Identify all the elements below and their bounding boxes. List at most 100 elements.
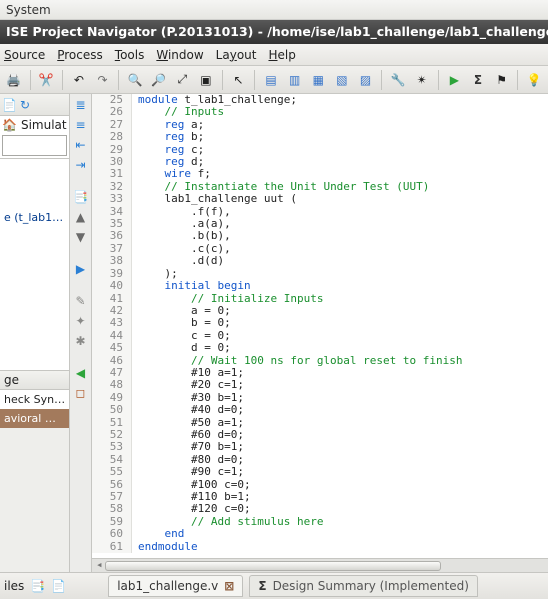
tool3-icon[interactable]: ✱ — [75, 334, 85, 348]
zoom-out-icon: 🔎 — [151, 73, 166, 87]
play-icon: ▶ — [450, 73, 459, 87]
printer-icon: 🖨️ — [6, 73, 21, 87]
toolbar-separator — [118, 70, 119, 90]
redo-button[interactable]: ↷ — [93, 69, 113, 91]
undo-button[interactable]: ↶ — [69, 69, 89, 91]
indent-left-icon[interactable]: ≣ — [75, 98, 85, 112]
find-button[interactable]: ⚑ — [492, 69, 512, 91]
wrench-button[interactable]: 🔧 — [388, 69, 408, 91]
cut-button[interactable]: ✂️ — [37, 69, 57, 91]
hierarchy-icon: 🏠 — [2, 118, 17, 132]
print-button[interactable]: 🖨️ — [4, 69, 24, 91]
line-number: 53 — [92, 441, 132, 453]
indent-icon[interactable]: ⇥ — [75, 158, 85, 172]
zoom-area-icon: ▣ — [200, 73, 211, 87]
next-bookmark-icon[interactable]: ▼ — [76, 230, 85, 244]
outdent-icon[interactable]: ⇤ — [75, 138, 85, 152]
document-add-icon[interactable]: 📄 — [2, 98, 17, 112]
hierarchy-tree[interactable]: e (t_lab1_ch — [0, 159, 69, 370]
toolbar-separator — [62, 70, 63, 90]
menu-tools[interactable]: ToolsTools — [115, 48, 145, 62]
back-arrow-icon[interactable]: ◀ — [76, 366, 85, 380]
os-window-title: System — [0, 0, 548, 20]
prev-bookmark-icon[interactable]: ▲ — [76, 210, 85, 224]
design-summary-tab[interactable]: Σ Design Summary (Implemented) — [249, 575, 478, 597]
compile-icon[interactable]: ▶ — [76, 262, 85, 276]
sigma-icon: Σ — [474, 73, 482, 87]
zoom-fit-button[interactable]: ⤢ — [173, 69, 193, 91]
tool2-icon[interactable]: ✦ — [75, 314, 85, 328]
menu-layout[interactable]: LayoutLayout — [216, 48, 257, 62]
line-number: 55 — [92, 466, 132, 478]
bookmark-icon[interactable]: 📑 — [73, 190, 88, 204]
line-number: 50 — [92, 404, 132, 416]
app-title-bar: ISE Project Navigator (P.20131013) - /ho… — [0, 20, 548, 44]
code-content[interactable]: endmodule — [132, 541, 198, 553]
menu-source[interactable]: SSourceource — [4, 48, 45, 62]
bottom-left-fragment[interactable]: iles — [4, 579, 24, 593]
scrollbar-thumb[interactable] — [105, 561, 441, 571]
close-icon[interactable]: ⊠ — [224, 579, 234, 593]
toolbar-separator — [30, 70, 31, 90]
line-number: 58 — [92, 503, 132, 515]
line-number: 26 — [92, 106, 132, 118]
view-combo-fragment[interactable] — [2, 135, 67, 156]
files-icon[interactable]: 📑 — [30, 579, 45, 593]
line-number: 45 — [92, 342, 132, 354]
zoom-area-button[interactable]: ▣ — [196, 69, 216, 91]
toolbar-separator — [222, 70, 223, 90]
process-behavioral-sim[interactable]: avioral … — [0, 409, 69, 428]
redo-icon: ↷ — [97, 73, 107, 87]
zoom-in-button[interactable]: 🔍 — [125, 69, 145, 91]
tips-button[interactable]: 💡 — [524, 69, 544, 91]
code-editor[interactable]: 25module t_lab1_challenge;26 // Inputs27… — [92, 94, 548, 572]
layout-button-5[interactable]: ▨ — [356, 69, 376, 91]
layout-button-4[interactable]: ▧ — [332, 69, 352, 91]
line-number: 43 — [92, 317, 132, 329]
editor-tab-active[interactable]: lab1_challenge.v ⊠ — [108, 575, 243, 597]
line-number: 40 — [92, 280, 132, 292]
zoom-fit-icon: ⤢ — [178, 72, 188, 87]
cursor-icon: ↖ — [233, 73, 243, 87]
zoom-in-icon: 🔍 — [128, 73, 143, 87]
refresh-icon[interactable]: ↻ — [20, 98, 30, 112]
view-label: Simulat — [21, 118, 67, 132]
layout-icon: ▦ — [313, 73, 324, 87]
editor-gutter-toolbar: ≣ ≡ ⇤ ⇥ 📑 ▲ ▼ ▶ ✎ ✦ ✱ ◀ ◻ — [70, 94, 92, 572]
zoom-out-button[interactable]: 🔎 — [149, 69, 169, 91]
line-number: 60 — [92, 528, 132, 540]
design-summary-tab-label: Design Summary (Implemented) — [273, 579, 469, 593]
horizontal-scrollbar[interactable]: ◂ — [92, 558, 548, 572]
menu-process[interactable]: ProcessProcess — [57, 48, 103, 62]
run-button[interactable]: ▶ — [444, 69, 464, 91]
bottom-tab-bar: iles 📑 📄 lab1_challenge.v ⊠ Σ Design Sum… — [0, 572, 548, 599]
process-check-syntax[interactable]: heck Syn… — [0, 390, 69, 409]
menubar: SSourceource ProcessProcess ToolsTools W… — [0, 44, 548, 66]
stop-icon[interactable]: ◻ — [76, 386, 86, 400]
layout-icon: ▥ — [289, 73, 300, 87]
line-number: 33 — [92, 193, 132, 205]
sum-button[interactable]: Σ — [468, 69, 488, 91]
menu-window[interactable]: WindowWindow — [156, 48, 203, 62]
line-number: 48 — [92, 379, 132, 391]
scroll-left-icon[interactable]: ◂ — [96, 559, 103, 571]
code-line[interactable]: 61endmodule — [92, 541, 548, 553]
layout-button-2[interactable]: ▥ — [285, 69, 305, 91]
tree-item[interactable]: e (t_lab1_ch — [0, 209, 69, 226]
left-panel: 📄 ↻ 🏠 Simulat e (t_lab1_ch ge heck Syn… … — [0, 94, 70, 572]
tool-icon[interactable]: ✎ — [75, 294, 85, 308]
layout-button-3[interactable]: ▦ — [309, 69, 329, 91]
star-button[interactable]: ✴ — [412, 69, 432, 91]
menu-help[interactable]: HelpHelp — [268, 48, 295, 62]
lightbulb-icon: 💡 — [527, 73, 542, 87]
select-button[interactable]: ↖ — [229, 69, 249, 91]
processes-header: ge — [0, 370, 69, 390]
toolbar-separator — [438, 70, 439, 90]
line-number: 36 — [92, 230, 132, 242]
libraries-icon[interactable]: 📄 — [51, 579, 66, 593]
layout-button-1[interactable]: ▤ — [261, 69, 281, 91]
indent-right-icon[interactable]: ≡ — [75, 118, 85, 132]
layout-icon: ▨ — [360, 73, 371, 87]
undo-icon: ↶ — [74, 73, 84, 87]
flag-icon: ⚑ — [496, 73, 507, 87]
